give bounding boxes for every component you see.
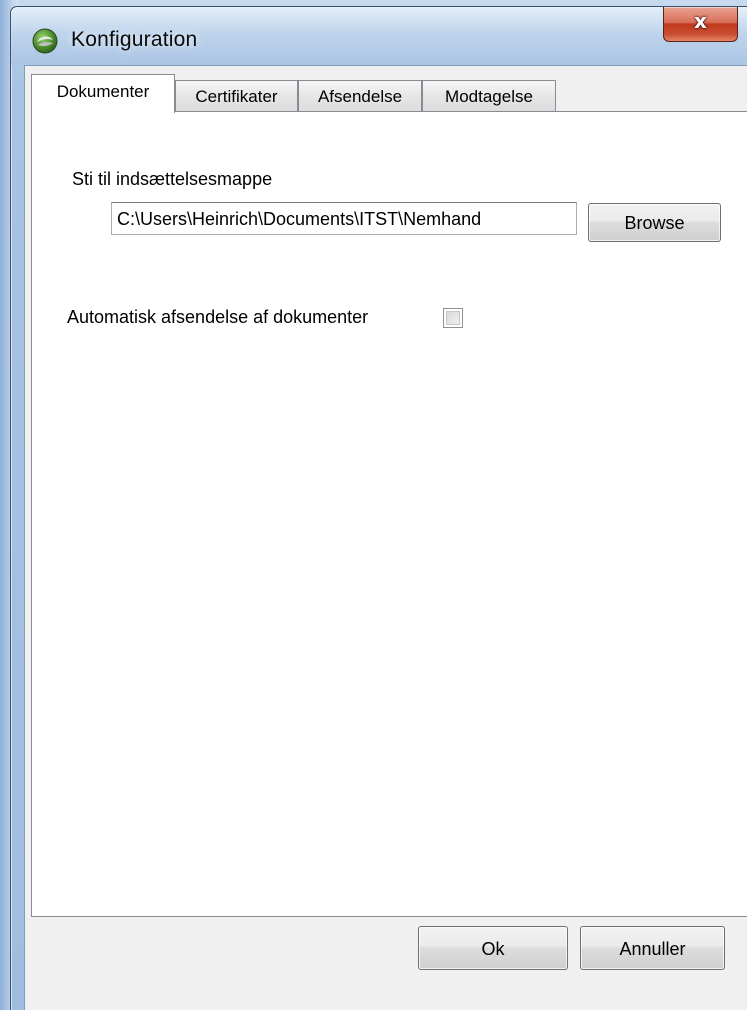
browse-button[interactable]: Browse: [588, 203, 721, 242]
app-logo-icon: [32, 28, 58, 54]
close-button[interactable]: x: [663, 7, 738, 42]
tab-dokumenter[interactable]: Dokumenter: [31, 74, 175, 113]
title-bar[interactable]: Konfiguration x: [11, 7, 747, 65]
tab-certifikater[interactable]: Certifikater: [175, 80, 298, 111]
config-window: Konfiguration x Dokumenter Certifikater …: [10, 6, 747, 1010]
cancel-button[interactable]: Annuller: [580, 926, 725, 970]
tab-modtagelse[interactable]: Modtagelse: [422, 80, 556, 111]
tab-afsendelse[interactable]: Afsendelse: [298, 80, 422, 111]
dialog-client-area: Dokumenter Certifikater Afsendelse Modta…: [24, 65, 747, 1010]
path-label: Sti til indsættelsesmappe: [72, 169, 273, 189]
close-icon: x: [694, 9, 707, 33]
ok-button[interactable]: Ok: [418, 926, 568, 970]
window-title: Konfiguration: [71, 28, 198, 51]
path-input[interactable]: C:\Users\Heinrich\Documents\ITST\Nemhand: [111, 202, 577, 235]
auto-send-label: Automatisk afsendelse af dokumenter: [67, 307, 369, 327]
auto-send-checkbox[interactable]: [443, 308, 463, 328]
